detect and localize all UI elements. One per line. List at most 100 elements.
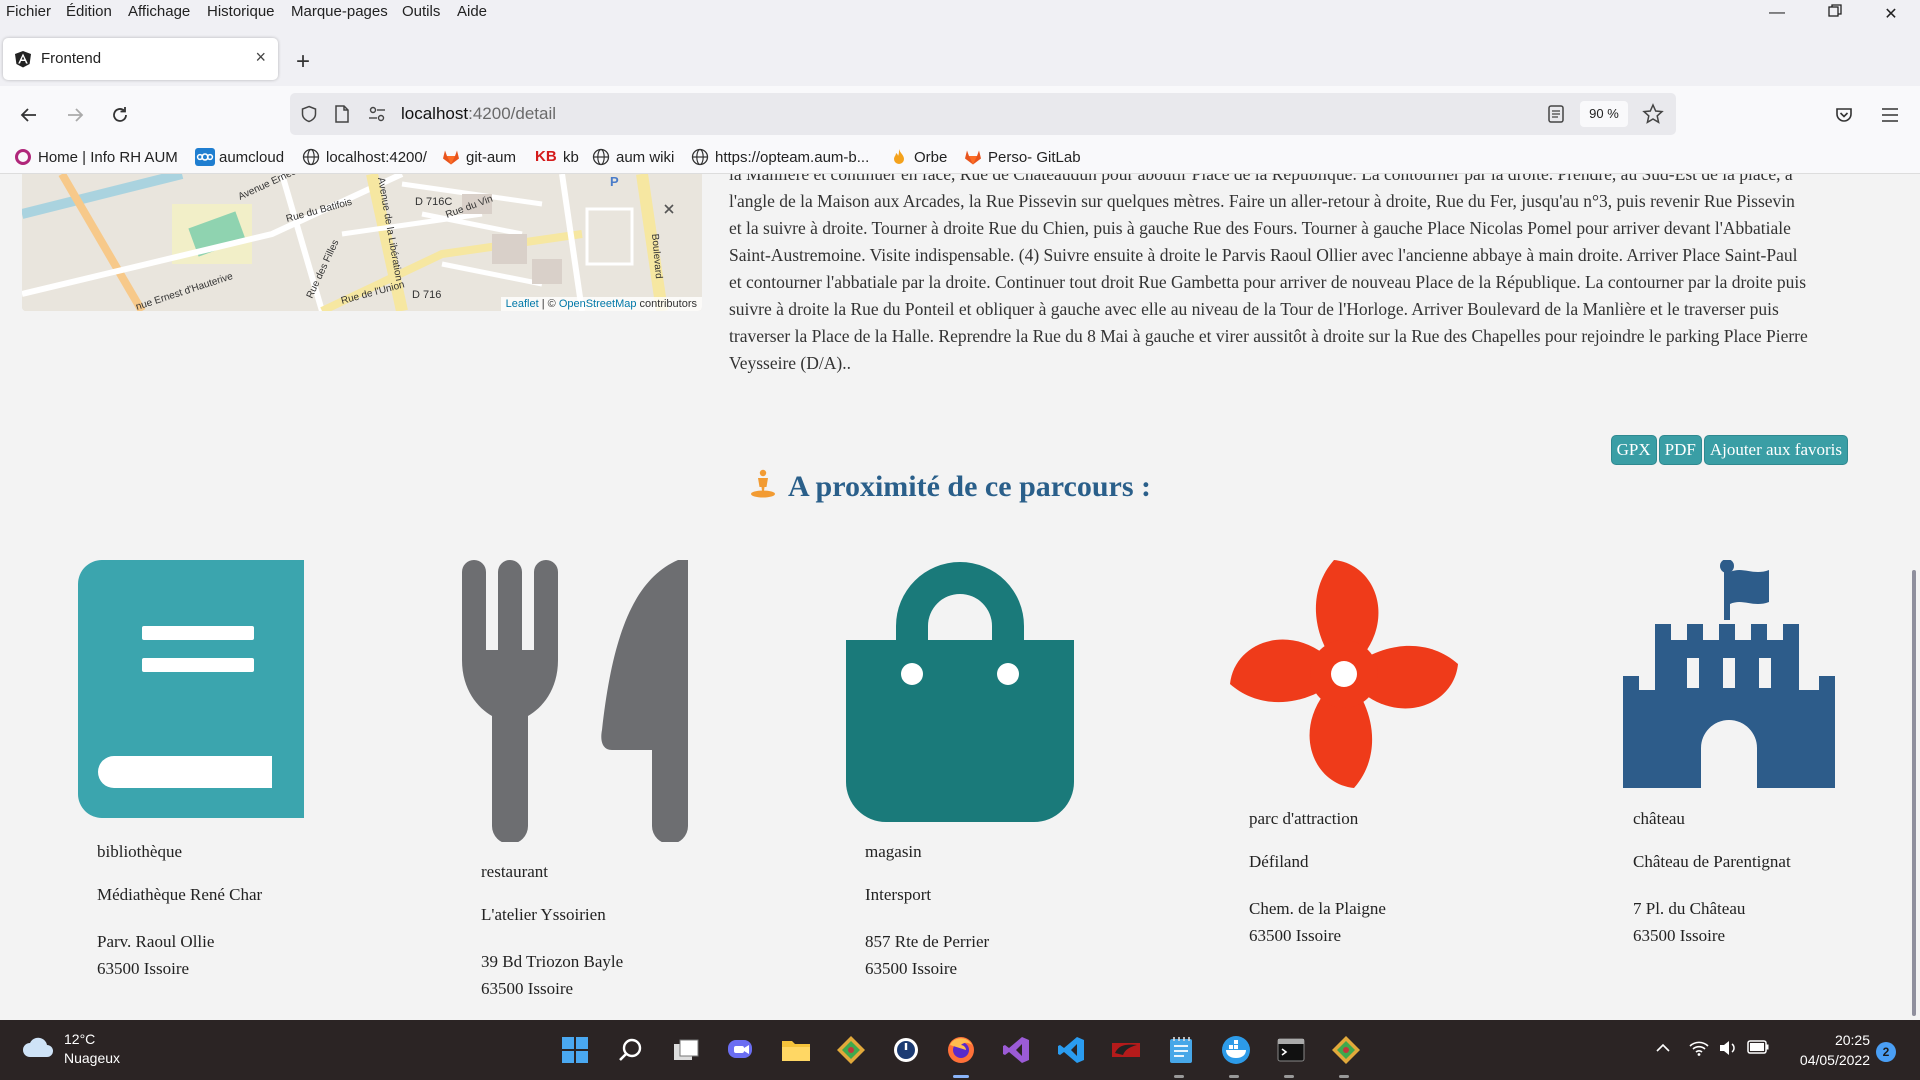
notepad-icon[interactable] (1164, 1033, 1198, 1067)
bookmark-aumcloud[interactable]: aumcloud (195, 148, 284, 166)
menu-marque-pages[interactable]: Marque-pages (291, 3, 388, 20)
notification-badge[interactable]: 2 (1876, 1042, 1896, 1062)
tab-close-icon[interactable]: × (255, 47, 266, 68)
close-window-icon[interactable]: ✕ (1868, 4, 1914, 24)
poi-address-line: 63500 Issoire (1249, 926, 1342, 945)
bookmark-aum-wiki[interactable]: aum wiki (592, 148, 674, 166)
poi-card-shop[interactable]: magasin Intersport 857 Rte de Perrier 63… (865, 842, 989, 982)
poi-card-restaurant[interactable]: restaurant L'atelier Yssoirien 39 Bd Tri… (481, 862, 623, 1002)
timer-icon[interactable] (889, 1033, 923, 1067)
poi-address-line: 63500 Issoire (1633, 926, 1726, 945)
chat-icon[interactable] (724, 1033, 758, 1067)
zoom-level[interactable]: 90 % (1580, 101, 1628, 127)
pocket-icon[interactable] (1829, 100, 1859, 130)
gitkraken-icon[interactable] (834, 1033, 868, 1067)
navigation-bar: localhost:4200/detail 90 % (0, 86, 1920, 142)
bookmark-orbe[interactable]: Orbe (890, 148, 947, 166)
terminal-icon[interactable] (1274, 1033, 1308, 1067)
battery-icon[interactable] (1747, 1040, 1769, 1059)
angular-icon (14, 50, 32, 68)
description-line: la Manlière et continuer en face, Rue de… (729, 174, 1793, 184)
route-actions: GPX PDF Ajouter aux favoris (1610, 435, 1848, 465)
running-app-indicator (1174, 1075, 1184, 1078)
leaflet-link[interactable]: Leaflet (506, 298, 539, 310)
bookmark-localhost[interactable]: localhost:4200/ (302, 148, 427, 166)
gpx-button[interactable]: GPX (1610, 435, 1657, 465)
forward-icon[interactable] (60, 100, 90, 130)
url-bar[interactable]: localhost:4200/detail 90 % (290, 93, 1676, 135)
bookmark-git-aum[interactable]: git-aum (442, 148, 516, 166)
minimize-icon[interactable]: — (1754, 4, 1800, 22)
back-icon[interactable] (14, 100, 44, 130)
fork-knife-icon[interactable] (462, 560, 690, 847)
docker-icon[interactable] (1219, 1033, 1253, 1067)
page-scrollbar[interactable] (1912, 570, 1916, 1016)
windows-start-icon[interactable] (558, 1033, 592, 1067)
osm-link[interactable]: OpenStreetMap (559, 298, 637, 310)
page-icon[interactable] (334, 105, 350, 128)
add-favorite-button[interactable]: Ajouter aux favoris (1703, 435, 1848, 465)
menu-fichier[interactable]: Fichier (6, 3, 51, 20)
app-menu-icon[interactable] (1875, 100, 1905, 130)
poi-name: L'atelier Yssoirien (481, 905, 606, 924)
pdf-button[interactable]: PDF (1658, 435, 1702, 465)
poi-address-line: 7 Pl. du Château (1633, 899, 1746, 918)
weather-widget[interactable]: 12°C Nuageux (22, 1030, 120, 1068)
bookmark-kb[interactable]: KB kb (535, 148, 579, 166)
url-text[interactable]: localhost:4200/detail (401, 104, 556, 124)
menu-edition[interactable]: Édition (66, 3, 112, 20)
pinwheel-icon[interactable] (1230, 560, 1458, 793)
description-line: et contourner l'abbatiale par la droite.… (729, 272, 1807, 292)
map-attribution: Leaflet | © OpenStreetMap contributors (500, 297, 702, 311)
task-view-icon[interactable] (669, 1033, 703, 1067)
menu-bar: Fichier Édition Affichage Historique Mar… (0, 0, 1920, 26)
parking-icon: P (610, 174, 619, 189)
tab-frontend[interactable]: Frontend × (3, 38, 278, 80)
file-explorer-icon[interactable] (779, 1033, 813, 1067)
poi-address-line: Parv. Raoul Ollie (97, 932, 215, 951)
restore-icon[interactable] (1812, 4, 1858, 23)
wifi-icon[interactable] (1689, 1040, 1709, 1061)
book-icon[interactable] (78, 560, 306, 827)
search-icon[interactable] (614, 1033, 648, 1067)
chevron-up-icon[interactable] (1655, 1040, 1671, 1061)
bookmark-opteam[interactable]: https://opteam.aum-b... (691, 148, 869, 166)
shield-icon[interactable] (300, 105, 318, 128)
map-label: D 716 (412, 289, 441, 301)
poi-card-amusement-park[interactable]: parc d'attraction Défiland Chem. de la P… (1249, 809, 1386, 949)
reader-view-icon[interactable] (1547, 104, 1565, 129)
visual-studio-icon[interactable] (999, 1033, 1033, 1067)
gitlab-icon (442, 148, 460, 166)
bookmarks-bar: Home | Info RH AUM aumcloud localhost:42… (0, 142, 1920, 174)
new-tab-icon[interactable]: + (296, 48, 310, 76)
poi-type: bibliothèque (97, 842, 182, 861)
bookmark-home-info-rh[interactable]: Home | Info RH AUM (14, 148, 178, 166)
bookmark-perso-gitlab[interactable]: Perso- GitLab (964, 148, 1081, 166)
git-icon[interactable] (1329, 1033, 1363, 1067)
poi-address-line: 63500 Issoire (481, 979, 574, 998)
shopping-bag-icon[interactable] (846, 560, 1074, 827)
menu-historique[interactable]: Historique (207, 3, 275, 20)
menu-aide[interactable]: Aide (457, 3, 487, 20)
vscode-icon[interactable] (1054, 1033, 1088, 1067)
clock[interactable]: 20:25 04/05/2022 (1786, 1030, 1870, 1070)
poi-type: château (1633, 809, 1685, 828)
firefox-icon[interactable] (944, 1033, 978, 1067)
poi-name: Intersport (865, 885, 932, 904)
nextcloud-icon (195, 148, 215, 166)
globe-icon (302, 148, 320, 166)
flame-icon (890, 148, 908, 166)
volume-icon[interactable] (1718, 1040, 1738, 1061)
clock-date: 04/05/2022 (1799, 1052, 1870, 1068)
route-map[interactable]: D 716C Avenue Ernest d'Hauterive Rue du … (22, 174, 702, 311)
poi-card-library[interactable]: bibliothèque Médiathèque René Char Parv.… (97, 842, 262, 982)
bookmark-star-icon[interactable] (1642, 103, 1664, 130)
poi-address-line: 857 Rte de Perrier (865, 932, 990, 951)
menu-affichage[interactable]: Affichage (128, 3, 190, 20)
reload-icon[interactable] (105, 100, 135, 130)
castle-icon[interactable] (1623, 559, 1835, 793)
menu-outils[interactable]: Outils (402, 3, 440, 20)
permissions-icon[interactable] (368, 105, 386, 128)
maven-icon[interactable] (1109, 1033, 1143, 1067)
poi-card-castle[interactable]: château Château de Parentignat 7 Pl. du … (1633, 809, 1791, 949)
